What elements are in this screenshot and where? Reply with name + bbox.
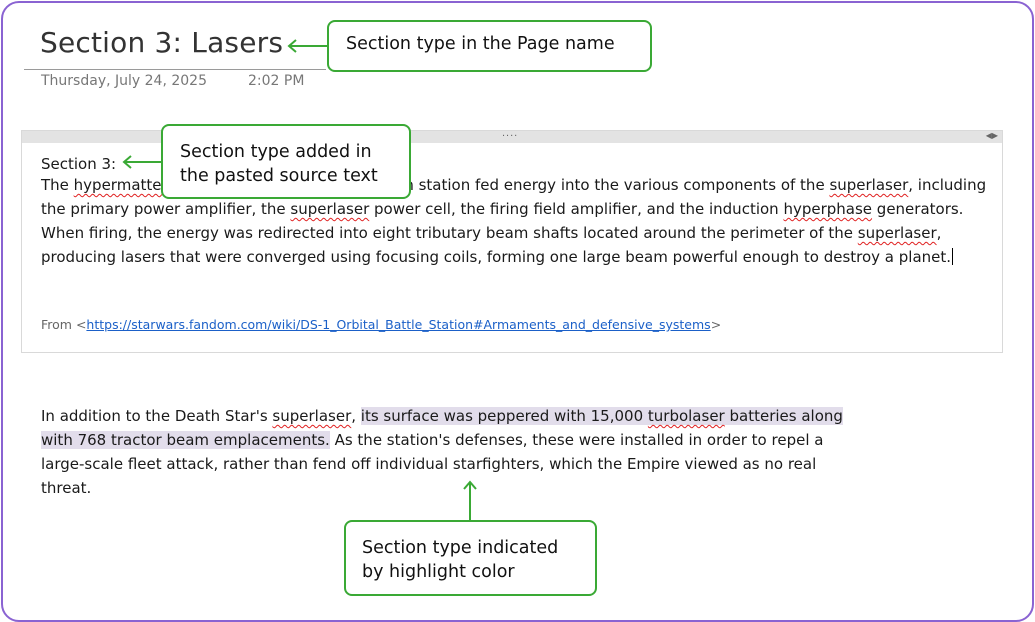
arrow-left-icon — [287, 39, 327, 53]
title-divider — [24, 69, 326, 70]
page-time: 2:02 PM — [248, 73, 305, 89]
callout-text: Section type in the Page name — [346, 34, 615, 54]
arrow-left-icon — [122, 155, 162, 169]
page-date: Thursday, July 24, 2025 — [41, 73, 207, 89]
misspelled-word: superlaser — [272, 407, 352, 425]
resize-arrows-icon[interactable]: ◀▶ — [986, 131, 998, 140]
grip-icon[interactable]: .... — [502, 127, 518, 139]
callout-page-name: Section type in the Page name — [327, 20, 652, 72]
callout-text-line2: by highlight color — [362, 562, 515, 582]
text-run: In addition to the Death Star's — [41, 407, 273, 425]
misspelled-word: superlaser — [290, 200, 370, 218]
callout-highlight-color: Section type indicated by highlight colo… — [344, 520, 597, 596]
misspelled-word: superlaser — [857, 224, 937, 242]
source-suffix: > — [710, 317, 722, 332]
misspelled-word: turbolaser — [647, 407, 725, 425]
page-title[interactable]: Section 3: Lasers — [40, 26, 283, 59]
text-run: The — [41, 176, 74, 194]
highlighted-text: its surface was peppered with 15,000 — [360, 407, 648, 425]
callout-text-line1: Section type indicated — [362, 538, 559, 558]
text-run: , — [351, 407, 361, 425]
text-run: power cell, the firing field amplifier, … — [369, 200, 784, 218]
misspelled-word: superlaser — [829, 176, 909, 194]
highlighted-paragraph[interactable]: In addition to the Death Star's superlas… — [41, 404, 861, 500]
source-citation: From <https://starwars.fandom.com/wiki/D… — [41, 317, 721, 332]
callout-text-line2: the pasted source text — [180, 166, 378, 186]
misspelled-word: hypermatter — [73, 176, 168, 194]
source-prefix: From < — [41, 317, 87, 332]
text-cursor — [952, 248, 954, 265]
arrow-up-icon — [463, 480, 477, 521]
source-link[interactable]: https://starwars.fandom.com/wiki/DS-1_Or… — [86, 317, 710, 332]
misspelled-word: hyperphase — [783, 200, 873, 218]
callout-source-text: Section type added in the pasted source … — [161, 124, 411, 199]
callout-text-line1: Section type added in — [180, 142, 372, 162]
